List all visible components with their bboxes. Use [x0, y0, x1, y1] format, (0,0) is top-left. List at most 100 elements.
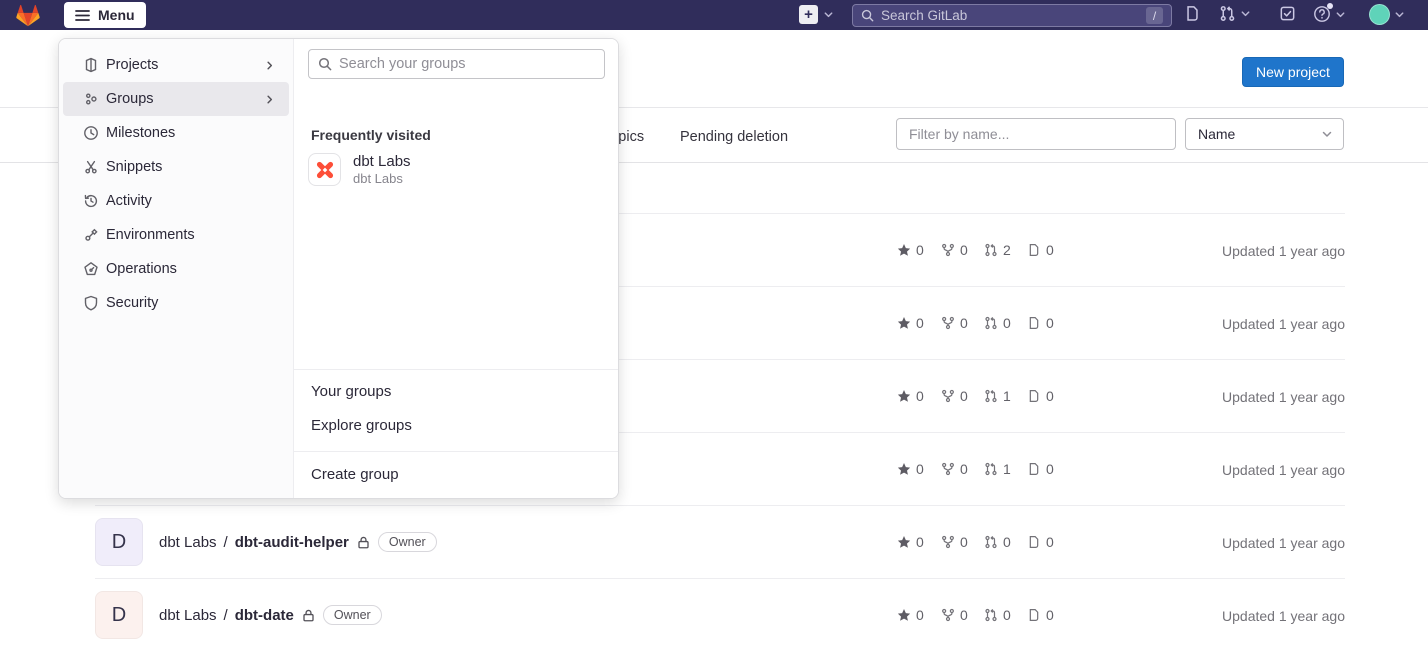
project-name[interactable]: dbt-audit-helper	[235, 534, 349, 551]
new-menu-dropdown[interactable]: +	[799, 5, 834, 24]
sidebar-item-milestones[interactable]: Milestones	[63, 116, 289, 150]
global-search-input[interactable]: Search GitLab /	[852, 4, 1172, 27]
fork-count[interactable]: 0	[941, 315, 968, 331]
menu-item-label: Groups	[106, 91, 154, 107]
issues-count[interactable]: 0	[1027, 534, 1054, 550]
filter-by-name-input[interactable]: Filter by name...	[896, 118, 1176, 150]
chevron-down-icon	[1321, 128, 1333, 140]
gitlab-logo-icon[interactable]	[15, 3, 41, 27]
sidebar-item-groups[interactable]: Groups	[63, 82, 289, 116]
help-icon	[1313, 5, 1331, 23]
groups-flyout: Search your groups Frequently visited db…	[294, 39, 618, 498]
chevron-down-icon	[1394, 9, 1405, 20]
chevron-right-icon	[264, 94, 275, 105]
project-avatar: D	[95, 518, 143, 566]
group-search-placeholder: Search your groups	[339, 56, 466, 72]
milestones-icon	[83, 125, 99, 141]
project-row[interactable]: D dbt Labs / dbt-date Owner 0 0	[95, 578, 1345, 651]
chevron-down-icon	[1240, 8, 1251, 19]
issues-count[interactable]: 0	[1027, 607, 1054, 623]
search-placeholder: Search GitLab	[881, 8, 1146, 23]
star-count[interactable]: 0	[897, 461, 924, 477]
project-name[interactable]: dbt-date	[235, 607, 294, 624]
updated-timestamp: Updated 1 year ago	[1222, 535, 1345, 551]
search-icon	[861, 9, 874, 22]
issues-count[interactable]: 0	[1027, 461, 1054, 477]
lock-icon	[301, 608, 316, 623]
sidebar-item-operations[interactable]: Operations	[63, 252, 289, 286]
project-namespace[interactable]: dbt Labs	[159, 607, 217, 624]
merge-request-count[interactable]: 1	[984, 388, 1011, 404]
menu-item-label: Projects	[106, 57, 158, 73]
menu-item-label: Security	[106, 295, 158, 311]
sidebar-item-snippets[interactable]: Snippets	[63, 150, 289, 184]
menu-item-label: Snippets	[106, 159, 162, 175]
merge-request-count[interactable]: 0	[984, 534, 1011, 550]
notification-dot	[1327, 3, 1333, 9]
your-groups-link[interactable]: Your groups	[311, 383, 391, 400]
fork-count[interactable]: 0	[941, 534, 968, 550]
merge-request-count[interactable]: 0	[984, 607, 1011, 623]
help-nav-dropdown[interactable]	[1313, 5, 1346, 23]
project-row[interactable]: D dbt Labs / dbt-audit-helper Owner 0 0	[95, 505, 1345, 578]
sort-dropdown[interactable]: Name	[1185, 118, 1344, 150]
project-icon	[83, 57, 99, 73]
tab-pending-deletion[interactable]: Pending deletion	[680, 129, 788, 145]
owner-badge: Owner	[378, 532, 437, 552]
merge-requests-nav-dropdown[interactable]	[1219, 5, 1251, 22]
security-icon	[83, 295, 99, 311]
menu-item-label: Activity	[106, 193, 152, 209]
project-namespace[interactable]: dbt Labs	[159, 534, 217, 551]
todos-nav-icon[interactable]	[1279, 5, 1296, 22]
plus-icon: +	[799, 5, 818, 24]
menu-item-label: Operations	[106, 261, 177, 277]
star-count[interactable]: 0	[897, 242, 924, 258]
frequent-group-dbt-labs[interactable]: dbt Labs dbt Labs	[308, 153, 411, 186]
new-project-button[interactable]: New project	[1242, 57, 1344, 87]
frequently-visited-heading: Frequently visited	[311, 127, 431, 143]
fork-count[interactable]: 0	[941, 388, 968, 404]
filter-placeholder: Filter by name...	[909, 126, 1009, 142]
namespace-separator: /	[224, 607, 228, 624]
chevron-right-icon	[264, 60, 275, 71]
user-menu-dropdown[interactable]	[1369, 4, 1405, 25]
star-count[interactable]: 0	[897, 607, 924, 623]
sidebar-item-security[interactable]: Security	[63, 286, 289, 320]
sidebar-item-activity[interactable]: Activity	[63, 184, 289, 218]
merge-request-count[interactable]: 2	[984, 242, 1011, 258]
star-count[interactable]: 0	[897, 388, 924, 404]
updated-timestamp: Updated 1 year ago	[1222, 462, 1345, 478]
star-count[interactable]: 0	[897, 315, 924, 331]
issues-nav-icon[interactable]	[1184, 5, 1201, 22]
lock-icon	[356, 535, 371, 550]
issues-count[interactable]: 0	[1027, 388, 1054, 404]
issues-count[interactable]: 0	[1027, 315, 1054, 331]
updated-timestamp: Updated 1 year ago	[1222, 243, 1345, 259]
merge-request-count[interactable]: 0	[984, 315, 1011, 331]
merge-request-count[interactable]: 1	[984, 461, 1011, 477]
fork-count[interactable]: 0	[941, 607, 968, 623]
issues-count[interactable]: 0	[1027, 242, 1054, 258]
updated-timestamp: Updated 1 year ago	[1222, 316, 1345, 332]
sidebar-item-environments[interactable]: Environments	[63, 218, 289, 252]
search-shortcut-key: /	[1146, 7, 1163, 24]
menu-item-label: Environments	[106, 227, 195, 243]
owner-badge: Owner	[323, 605, 382, 625]
sidebar-item-projects[interactable]: Projects	[63, 48, 289, 82]
operations-icon	[83, 261, 99, 277]
fork-count[interactable]: 0	[941, 461, 968, 477]
groups-icon	[83, 91, 99, 107]
menu-dropdown-panel: Projects Groups Milestones Snippets Activity…	[58, 38, 619, 499]
environments-icon	[83, 227, 99, 243]
chevron-down-icon	[1335, 9, 1346, 20]
fork-count[interactable]: 0	[941, 242, 968, 258]
menu-item-label: Milestones	[106, 125, 175, 141]
snippets-icon	[83, 159, 99, 175]
group-search-input[interactable]: Search your groups	[308, 49, 605, 79]
menu-button[interactable]: Menu	[64, 2, 146, 28]
project-avatar: D	[95, 591, 143, 639]
create-group-link[interactable]: Create group	[311, 466, 399, 483]
star-count[interactable]: 0	[897, 534, 924, 550]
explore-groups-link[interactable]: Explore groups	[311, 417, 412, 434]
chevron-down-icon	[823, 9, 834, 20]
